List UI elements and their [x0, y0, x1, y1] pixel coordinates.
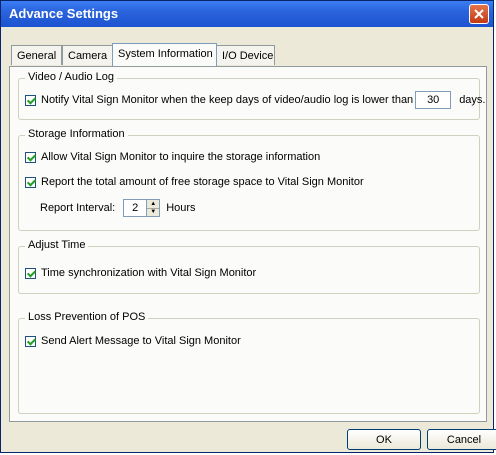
tab-label: General	[17, 50, 57, 62]
cancel-button[interactable]: Cancel	[427, 429, 496, 450]
tab-label: System Information	[118, 48, 213, 60]
days-unit-label: days.	[459, 94, 486, 106]
send-alert-checkbox[interactable]	[25, 335, 36, 347]
group-title: Video / Audio Log	[25, 71, 118, 83]
hours-unit-label: Hours	[166, 202, 196, 214]
report-free-space-checkbox[interactable]	[25, 176, 36, 188]
report-interval-spinner[interactable]: ▲ ▼	[147, 199, 161, 217]
tab-camera[interactable]: Camera	[62, 45, 113, 65]
spin-up-icon[interactable]: ▲	[147, 200, 159, 208]
cancel-button-label: Cancel	[446, 433, 482, 446]
system-information-panel: Video / Audio Log Notify Vital Sign Moni…	[9, 66, 487, 422]
allow-inquire-label: Allow Vital Sign Monitor to inquire the …	[41, 151, 321, 163]
notify-log-label: Notify Vital Sign Monitor when the keep …	[41, 94, 414, 106]
report-free-space-label: Report the total amount of free storage …	[41, 176, 364, 188]
dialog-title: Advance Settings	[9, 6, 119, 21]
tab-label: Camera	[68, 50, 108, 62]
allow-inquire-checkbox[interactable]	[25, 151, 36, 163]
storage-information-group: Storage Information Allow Vital Sign Mon…	[18, 128, 480, 231]
video-audio-log-group: Video / Audio Log Notify Vital Sign Moni…	[18, 71, 485, 120]
close-icon	[474, 9, 484, 19]
group-title: Loss Prevention of POS	[25, 311, 149, 323]
tab-system-information[interactable]: System Information	[112, 43, 217, 66]
tab-label: I/O Device	[222, 50, 274, 62]
send-alert-label: Send Alert Message to Vital Sign Monitor	[41, 335, 241, 347]
group-title: Adjust Time	[25, 239, 89, 251]
tab-general[interactable]: General	[11, 45, 62, 65]
report-interval-input[interactable]: 2	[123, 199, 148, 217]
time-sync-label: Time synchronization with Vital Sign Mon…	[41, 267, 257, 279]
close-button[interactable]	[469, 4, 489, 24]
loss-prevention-group: Loss Prevention of POS Send Alert Messag…	[18, 311, 480, 414]
ok-button-label: OK	[376, 433, 392, 446]
group-title: Storage Information	[25, 128, 128, 140]
report-interval-label: Report Interval:	[40, 202, 116, 214]
ok-button[interactable]: OK	[347, 429, 421, 450]
advance-settings-dialog: Advance Settings General Camera System I…	[0, 0, 496, 453]
notify-log-checkbox[interactable]	[25, 94, 36, 106]
spin-down-icon[interactable]: ▼	[147, 207, 160, 217]
tab-io-device[interactable]: I/O Device	[216, 45, 275, 65]
time-sync-checkbox[interactable]	[25, 267, 36, 279]
adjust-time-group: Adjust Time Time synchronization with Vi…	[18, 239, 480, 294]
title-bar[interactable]: Advance Settings	[1, 1, 493, 27]
keep-days-input[interactable]: 30	[415, 91, 452, 109]
